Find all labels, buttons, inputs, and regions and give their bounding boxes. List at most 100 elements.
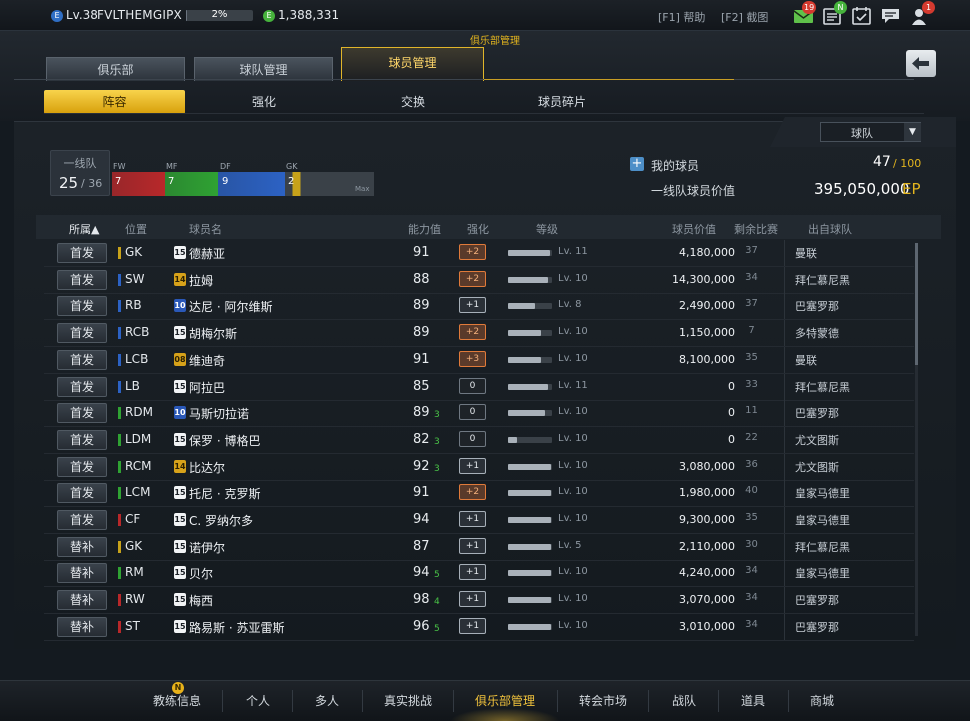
table-row[interactable]: 首发 LCB 08 维迪奇 91 +3 Lv. 10 8,100,000 35 曼联 [44, 346, 914, 374]
player-name[interactable]: 梅西 [189, 592, 213, 609]
table-row[interactable]: 替补 GK 15 诺伊尔 87 +1 Lv. 5 2,110,000 30 拜仁慕尼黑 [44, 533, 914, 561]
subtab-lineup[interactable]: 阵容 [44, 90, 185, 114]
mail-badge: 19 [802, 1, 817, 14]
squad-status-button[interactable]: 首发 [57, 456, 107, 477]
player-name[interactable]: 德赫亚 [189, 245, 225, 262]
subtab-enhance[interactable]: 强化 [194, 90, 334, 114]
column-ovr[interactable]: 能力值 [408, 221, 441, 237]
nav-item-3[interactable]: 真实挑战 [368, 692, 448, 709]
column-grade[interactable]: 等级 [536, 221, 558, 237]
table-scrollbar-thumb[interactable] [915, 243, 918, 365]
table-row[interactable]: 首发 RB 10 达尼 · 阿尔维斯 89 +1 Lv. 8 2,490,000 37 巴塞罗那 [44, 293, 914, 321]
table-row[interactable]: 首发 RCB 15 胡梅尔斯 89 +2 Lv. 10 1,150,000 7 多特蒙德 [44, 320, 914, 348]
table-row[interactable]: 首发 LB 15 阿拉巴 85 0 Lv. 11 0 33 拜仁慕尼黑 [44, 373, 914, 401]
nav-item-8[interactable]: 商城 [782, 692, 862, 709]
nav-item-1[interactable]: 个人 [218, 692, 298, 709]
origin-club: 曼联 [795, 353, 817, 367]
squad-status-button[interactable]: 替补 [57, 590, 107, 611]
table-row[interactable]: 首发 GK 15 德赫亚 91 +2 Lv. 11 4,180,000 37 曼联 [44, 240, 914, 267]
subtab-exchange[interactable]: 交换 [343, 90, 483, 114]
mail-icon[interactable]: 19 [793, 1, 817, 25]
player-name[interactable]: 诺伊尔 [189, 539, 225, 556]
nav-item-5[interactable]: 转会市场 [563, 692, 643, 709]
squad-status-button[interactable]: 替补 [57, 536, 107, 557]
tab-team-management[interactable]: 球队管理 [194, 57, 333, 81]
table-row[interactable]: 替补 RW 15 梅西 98 4 +1 Lv. 10 3,070,000 34 巴塞罗那 [44, 587, 914, 615]
subtab-player-fragments[interactable]: 球员碎片 [492, 90, 632, 114]
column-belong[interactable]: 所属▲ [69, 221, 99, 237]
team-filter-select[interactable]: 球队 ▼ [820, 122, 921, 142]
back-button[interactable] [906, 50, 936, 77]
calendar-check-icon[interactable] [851, 5, 873, 25]
player-name[interactable]: 胡梅尔斯 [189, 325, 237, 342]
squad-status-button[interactable]: 首发 [57, 510, 107, 530]
news-badge: N [834, 1, 847, 14]
games-remaining: 37 [745, 245, 758, 256]
player-name[interactable]: 维迪奇 [189, 352, 225, 369]
player-name[interactable]: 比达尔 [189, 459, 225, 476]
help-hotkey[interactable]: [F1] 帮助 [658, 9, 705, 25]
squad-status-button[interactable]: 首发 [57, 349, 107, 370]
squad-status-button[interactable]: 替补 [57, 616, 107, 637]
table-row[interactable]: 首发 SW 14 拉姆 88 +2 Lv. 10 14,300,000 34 拜仁慕尼黑 [44, 266, 914, 294]
player-name[interactable]: 拉姆 [189, 272, 213, 289]
player-name[interactable]: 路易斯 · 苏亚雷斯 [189, 619, 284, 636]
player-ovr: 91 [413, 351, 430, 367]
player-name[interactable]: 达尼 · 阿尔维斯 [189, 298, 272, 315]
position-label-mf: MF [166, 162, 178, 171]
nav-item-7[interactable]: 道具 [713, 692, 793, 709]
column-games-left[interactable]: 剩余比赛 [734, 221, 778, 237]
column-player-value[interactable]: 球员价值 [672, 221, 716, 237]
squad-status-button[interactable]: 首发 [57, 483, 107, 504]
column-origin-club[interactable]: 出自球队 [808, 221, 852, 237]
player-name[interactable]: C. 罗纳尔多 [189, 512, 253, 529]
player-level: Lv. 10 [558, 406, 588, 418]
top-bar: E Lv.38 FVLTHEMGIPX 2% E 1,388,331 [F1] … [0, 0, 970, 31]
player-level: Lv. 8 [558, 299, 582, 311]
table-row[interactable]: 替补 RM 15 贝尔 94 5 +1 Lv. 10 4,240,000 34 皇家马德里 [44, 560, 914, 588]
player-ovr: 91 [413, 485, 430, 501]
season-badge: 15 [174, 566, 186, 580]
news-icon[interactable]: N [822, 1, 847, 25]
tab-club[interactable]: 俱乐部 [46, 57, 185, 81]
chat-icon[interactable] [880, 5, 902, 25]
screenshot-hotkey[interactable]: [F2] 截图 [721, 9, 768, 25]
add-player-slot-icon[interactable]: + [630, 157, 644, 171]
player-name[interactable]: 贝尔 [189, 565, 213, 582]
column-separator [784, 613, 785, 640]
table-row[interactable]: 首发 LDM 15 保罗 · 博格巴 82 3 0 Lv. 10 0 22 尤文图斯 [44, 426, 914, 454]
table-row[interactable]: 首发 RCM 14 比达尔 92 3 +1 Lv. 10 3,080,000 36 尤文图斯 [44, 453, 914, 481]
table-row[interactable]: 替补 ST 15 路易斯 · 苏亚雷斯 96 5 +1 Lv. 10 3,010,000 34 巴塞… [44, 613, 914, 641]
nav-item-2[interactable]: 多人 [287, 692, 367, 709]
enhance-badge: +1 [459, 564, 486, 581]
squad-status-button[interactable]: 首发 [57, 323, 107, 344]
squad-status-button[interactable]: 首发 [57, 403, 107, 424]
grade-progress-bar [508, 543, 552, 550]
column-separator [784, 560, 785, 587]
tab-player-management[interactable]: 球员管理 [341, 47, 484, 81]
squad-status-button[interactable]: 首发 [57, 376, 107, 397]
grade-progress-bar [508, 356, 552, 363]
nav-item-6[interactable]: 战队 [644, 692, 724, 709]
nav-item-0[interactable]: 教练信息 [137, 692, 217, 709]
squad-status-button[interactable]: 首发 [57, 269, 107, 290]
squad-status-button[interactable]: 替补 [57, 563, 107, 584]
table-row[interactable]: 首发 RDM 10 马斯切拉诺 89 3 0 Lv. 10 0 11 巴塞罗那 [44, 400, 914, 428]
column-player-name[interactable]: 球员名 [189, 221, 222, 237]
table-row[interactable]: 首发 CF 15 C. 罗纳尔多 94 +1 Lv. 10 9,300,000 35 皇家马德里 [44, 507, 914, 534]
grade-progress-bar [508, 623, 552, 630]
player-name[interactable]: 托尼 · 克罗斯 [189, 485, 260, 502]
player-name[interactable]: 阿拉巴 [189, 379, 225, 396]
player-name[interactable]: 保罗 · 博格巴 [189, 432, 260, 449]
column-enhance[interactable]: 强化 [467, 221, 489, 237]
friends-icon[interactable]: 1 [909, 1, 935, 25]
player-ovr: 92 [413, 458, 430, 474]
table-row[interactable]: 首发 LCM 15 托尼 · 克罗斯 91 +2 Lv. 10 1,980,000 40 皇家马德… [44, 480, 914, 508]
dropdown-arrow-icon[interactable]: ▼ [904, 123, 921, 141]
squad-status-button[interactable]: 首发 [57, 243, 107, 263]
squad-status-button[interactable]: 首发 [57, 296, 107, 317]
squad-status-button[interactable]: 首发 [57, 429, 107, 450]
column-position[interactable]: 位置 [125, 221, 147, 237]
nav-item-4[interactable]: 俱乐部管理 [465, 692, 545, 709]
player-name[interactable]: 马斯切拉诺 [189, 405, 249, 422]
